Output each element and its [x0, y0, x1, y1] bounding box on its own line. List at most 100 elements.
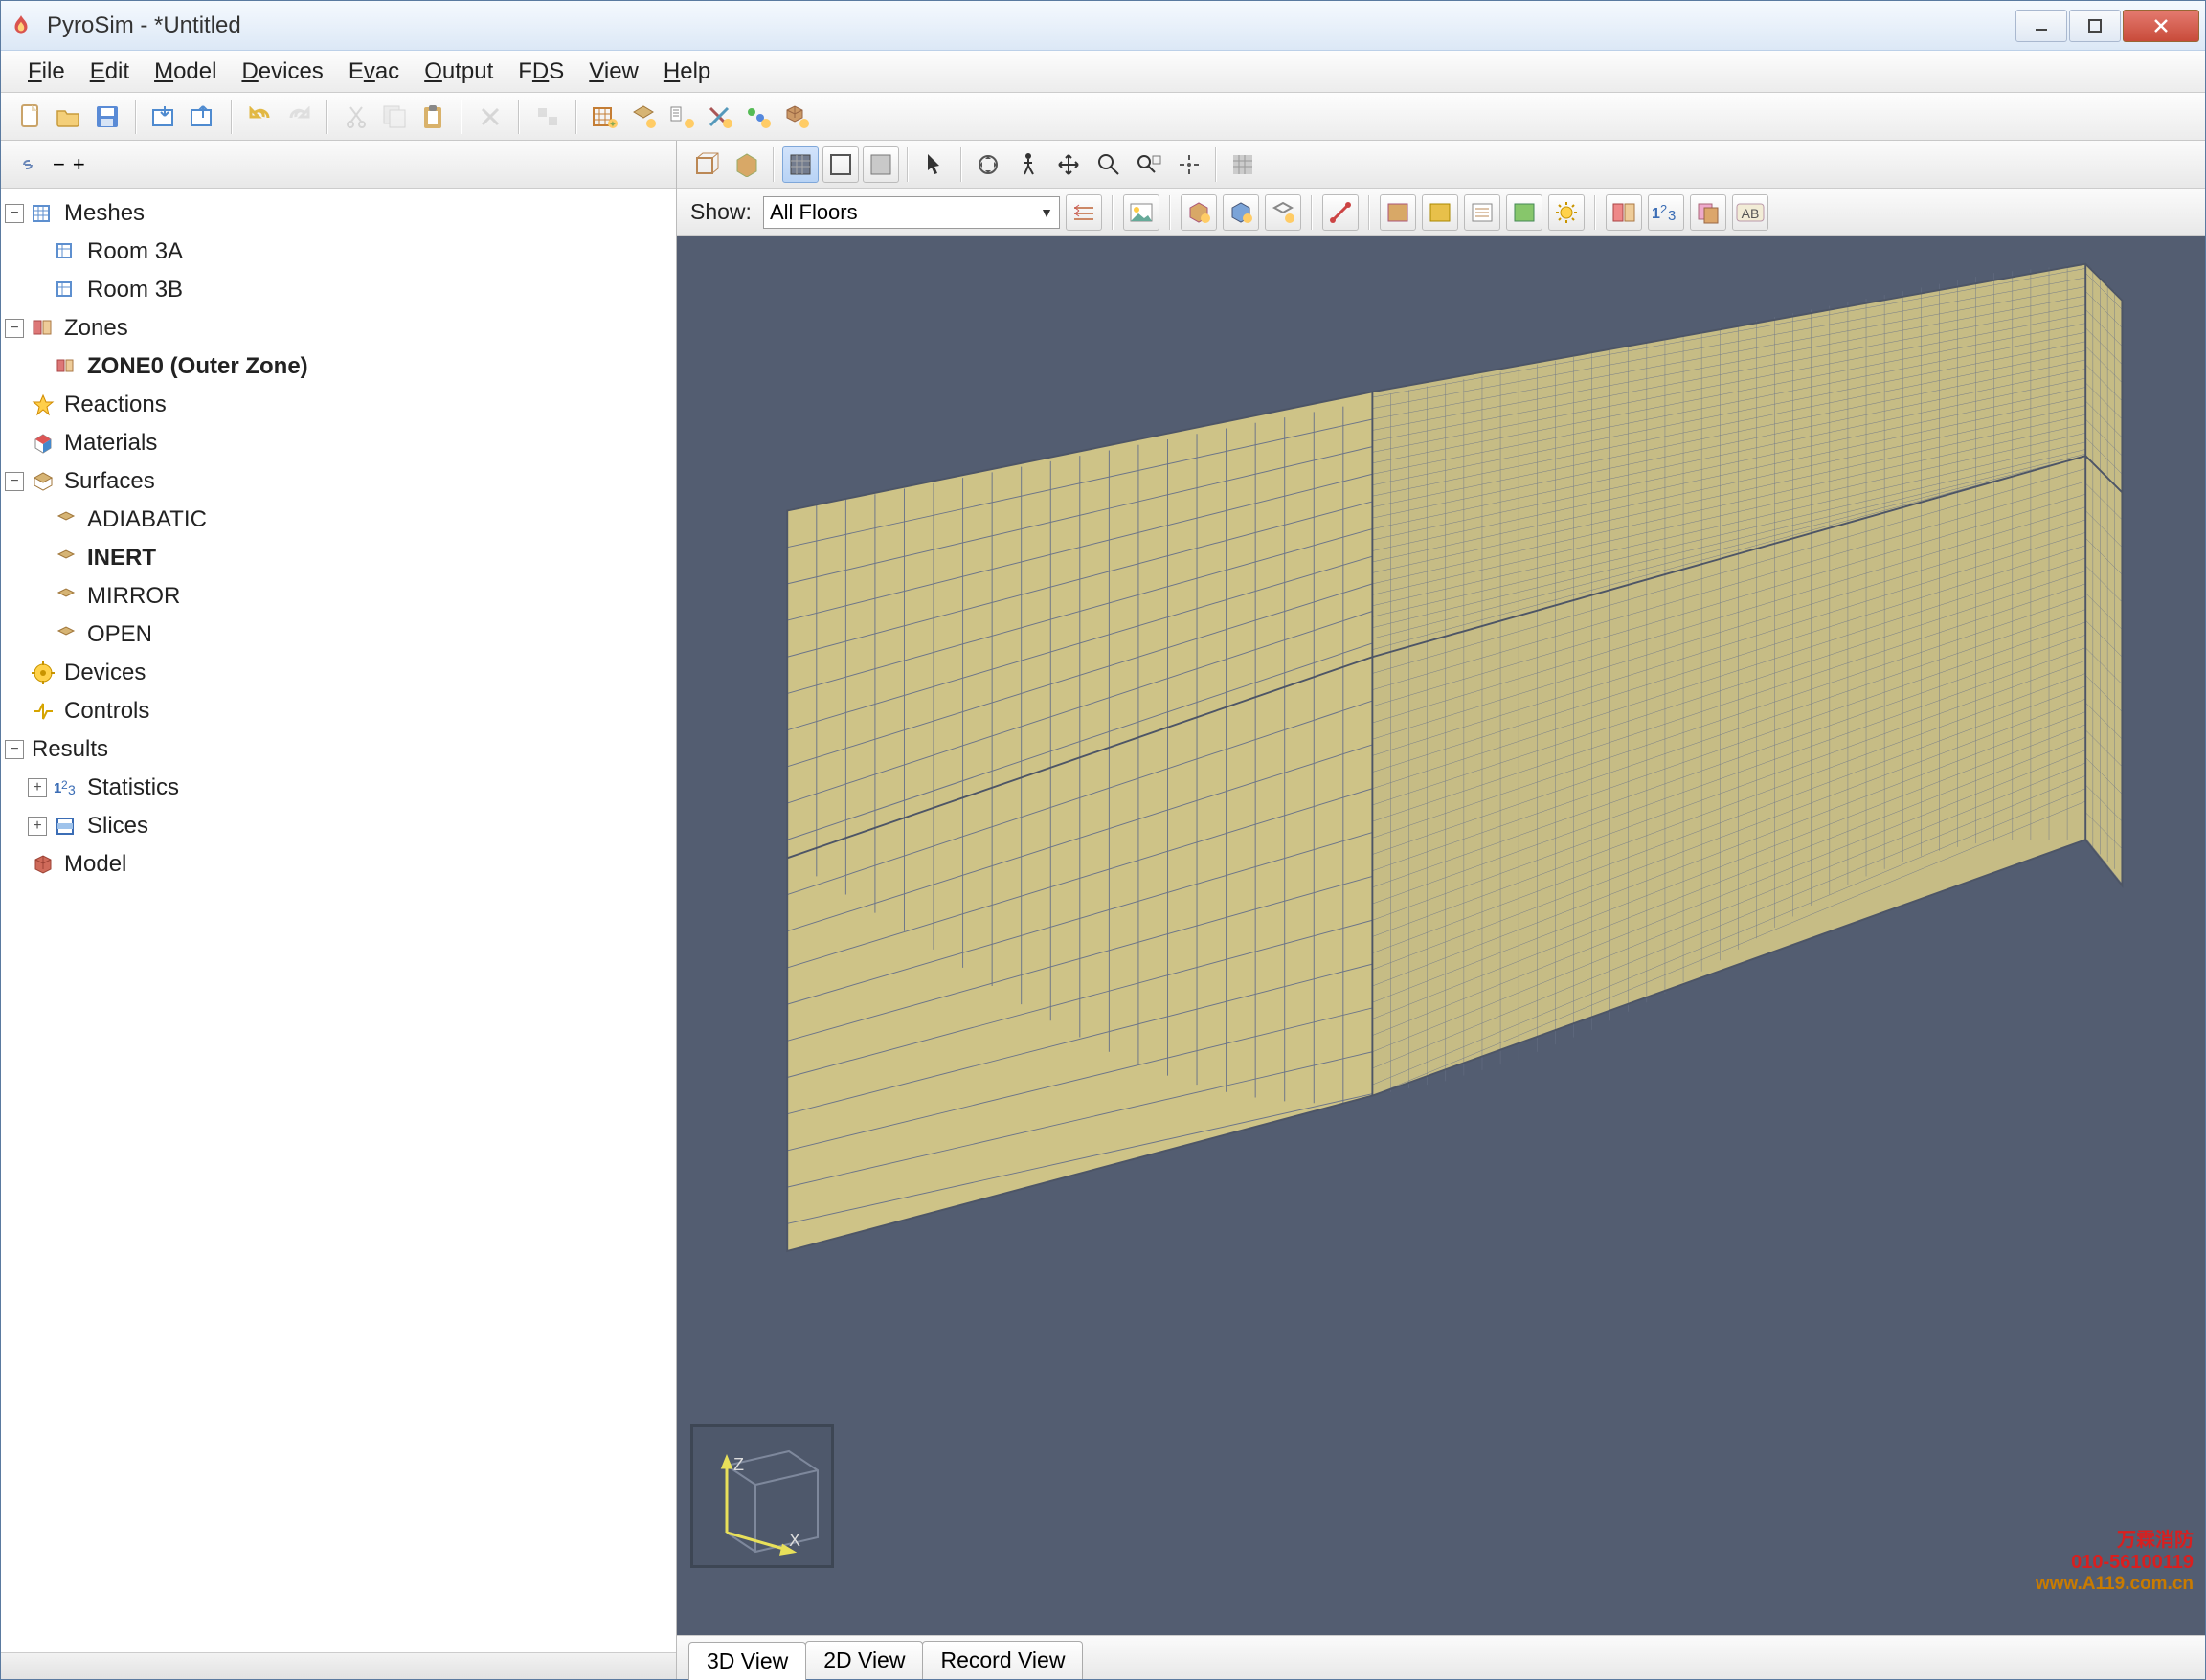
tab-3d-view[interactable]: 3D View [688, 1642, 806, 1680]
mesh-render-icon[interactable] [782, 146, 819, 183]
toggle-a-icon[interactable] [1380, 194, 1416, 231]
zoom-icon[interactable] [1091, 146, 1127, 183]
shaded-render-icon[interactable] [863, 146, 899, 183]
split-view-icon[interactable] [1606, 194, 1642, 231]
outline-render-icon[interactable] [822, 146, 859, 183]
menu-help[interactable]: Help [654, 55, 720, 89]
link-icon[interactable] [11, 147, 45, 182]
show-vents-icon[interactable] [1265, 194, 1301, 231]
tree-surfaces[interactable]: Surfaces [64, 468, 155, 495]
tree-slices[interactable]: Slices [87, 813, 148, 840]
menu-file[interactable]: File [18, 55, 75, 89]
tree-surface-open[interactable]: OPEN [87, 621, 152, 648]
toggle-d-icon[interactable] [1506, 194, 1542, 231]
new-reaction-icon[interactable] [664, 99, 700, 135]
surfaces-group-icon [30, 468, 56, 495]
tree-hscroll[interactable] [1, 1652, 676, 1679]
toggle-c-icon[interactable] [1464, 194, 1500, 231]
tab-2d-view[interactable]: 2D View [805, 1641, 923, 1679]
zoom-extents-icon[interactable] [1131, 146, 1167, 183]
paste-icon[interactable] [415, 99, 451, 135]
expand-all-icon[interactable]: + [73, 152, 85, 177]
measure-icon[interactable] [1322, 194, 1359, 231]
new-device-icon[interactable] [778, 99, 815, 135]
viewport-3d[interactable]: Z X 万霖消防 010-56100119 www.A119.com.cn [677, 236, 2205, 1635]
tree-meshes[interactable]: Meshes [64, 200, 145, 227]
tree-materials[interactable]: Materials [64, 430, 157, 457]
viewport-toolbar-1 [677, 141, 2205, 189]
tree-surface-inert[interactable]: INERT [87, 545, 156, 571]
minimize-button[interactable] [2015, 10, 2067, 42]
numbers-icon[interactable]: 123 [1648, 194, 1684, 231]
group-icon[interactable] [529, 99, 566, 135]
show-holes-icon[interactable] [1223, 194, 1259, 231]
floor-select[interactable]: All Floors ▼ [763, 196, 1060, 229]
tree-controls[interactable]: Controls [64, 698, 149, 725]
import-icon[interactable] [146, 99, 183, 135]
select-tool-icon[interactable] [916, 146, 953, 183]
redo-icon[interactable] [281, 99, 317, 135]
open-icon[interactable] [51, 99, 87, 135]
toggle-sun-icon[interactable] [1548, 194, 1585, 231]
axis-x-label: X [789, 1531, 800, 1550]
tree-results[interactable]: Results [32, 736, 108, 763]
menu-fds[interactable]: FDS [508, 55, 574, 89]
new-particle-icon[interactable] [740, 99, 777, 135]
tree-model[interactable]: Model [64, 851, 126, 878]
axis-z-label: Z [733, 1455, 744, 1474]
grid-toggle-icon[interactable] [1225, 146, 1261, 183]
close-button[interactable] [2123, 10, 2199, 42]
bg-image-icon[interactable] [1123, 194, 1159, 231]
tree-zone0[interactable]: ZONE0 (Outer Zone) [87, 353, 308, 380]
svg-text:2: 2 [61, 778, 68, 792]
pan-icon[interactable] [1050, 146, 1087, 183]
save-icon[interactable] [89, 99, 125, 135]
axis-widget[interactable]: Z X [690, 1424, 834, 1568]
delete-icon[interactable] [472, 99, 508, 135]
new-icon[interactable] [12, 99, 49, 135]
menu-output[interactable]: Output [415, 55, 503, 89]
export-icon[interactable] [185, 99, 221, 135]
wireframe-box-icon[interactable] [688, 146, 725, 183]
show-obstructions-icon[interactable] [1181, 194, 1217, 231]
floor-manage-icon[interactable] [1066, 194, 1102, 231]
center-icon[interactable] [1171, 146, 1207, 183]
surface-icon [53, 621, 79, 648]
tree-zones[interactable]: Zones [64, 315, 128, 342]
tree-devices[interactable]: Devices [64, 660, 146, 686]
menu-view[interactable]: View [579, 55, 648, 89]
new-material-icon[interactable] [702, 99, 738, 135]
tree-surface-mirror[interactable]: MIRROR [87, 583, 180, 610]
new-surface-icon[interactable] [625, 99, 662, 135]
viewport-toolbar-2: Show: All Floors ▼ [677, 189, 2205, 236]
tree-mesh-room3a[interactable]: Room 3A [87, 238, 183, 265]
tree-mesh-room3b[interactable]: Room 3B [87, 277, 183, 303]
new-mesh-icon[interactable]: ✦ [587, 99, 623, 135]
toggle-b-icon[interactable] [1422, 194, 1458, 231]
copy-view-icon[interactable] [1690, 194, 1726, 231]
walk-icon[interactable] [1010, 146, 1047, 183]
menu-model[interactable]: Model [145, 55, 226, 89]
orbit-icon[interactable] [970, 146, 1006, 183]
maximize-button[interactable] [2069, 10, 2121, 42]
solid-box-icon[interactable] [729, 146, 765, 183]
menu-evac[interactable]: Evac [339, 55, 409, 89]
app-window: PyroSim - *Untitled File Edit Model Devi… [0, 0, 2206, 1680]
label-ab-icon[interactable]: AB [1732, 194, 1768, 231]
tree-surface-adiabatic[interactable]: ADIABATIC [87, 506, 207, 533]
menu-devices[interactable]: Devices [232, 55, 332, 89]
tab-record-view[interactable]: Record View [922, 1641, 1083, 1679]
tree-statistics[interactable]: Statistics [87, 774, 179, 801]
copy-icon[interactable] [376, 99, 413, 135]
menubar: File Edit Model Devices Evac Output FDS … [1, 51, 2205, 93]
collapse-all-icon[interactable]: − [53, 152, 65, 177]
slices-icon [53, 813, 79, 840]
svg-text:AB: AB [1742, 206, 1760, 221]
tree-reactions[interactable]: Reactions [64, 392, 167, 418]
menu-edit[interactable]: Edit [80, 55, 139, 89]
model-tree[interactable]: −Meshes Room 3A Room 3B −Zones ZONE0 (Ou… [1, 189, 676, 1652]
cut-icon[interactable] [338, 99, 374, 135]
watermark: 万霖消防 010-56100119 www.A119.com.cn [2036, 1524, 2194, 1595]
undo-icon[interactable] [242, 99, 279, 135]
titlebar: PyroSim - *Untitled [1, 1, 2205, 51]
